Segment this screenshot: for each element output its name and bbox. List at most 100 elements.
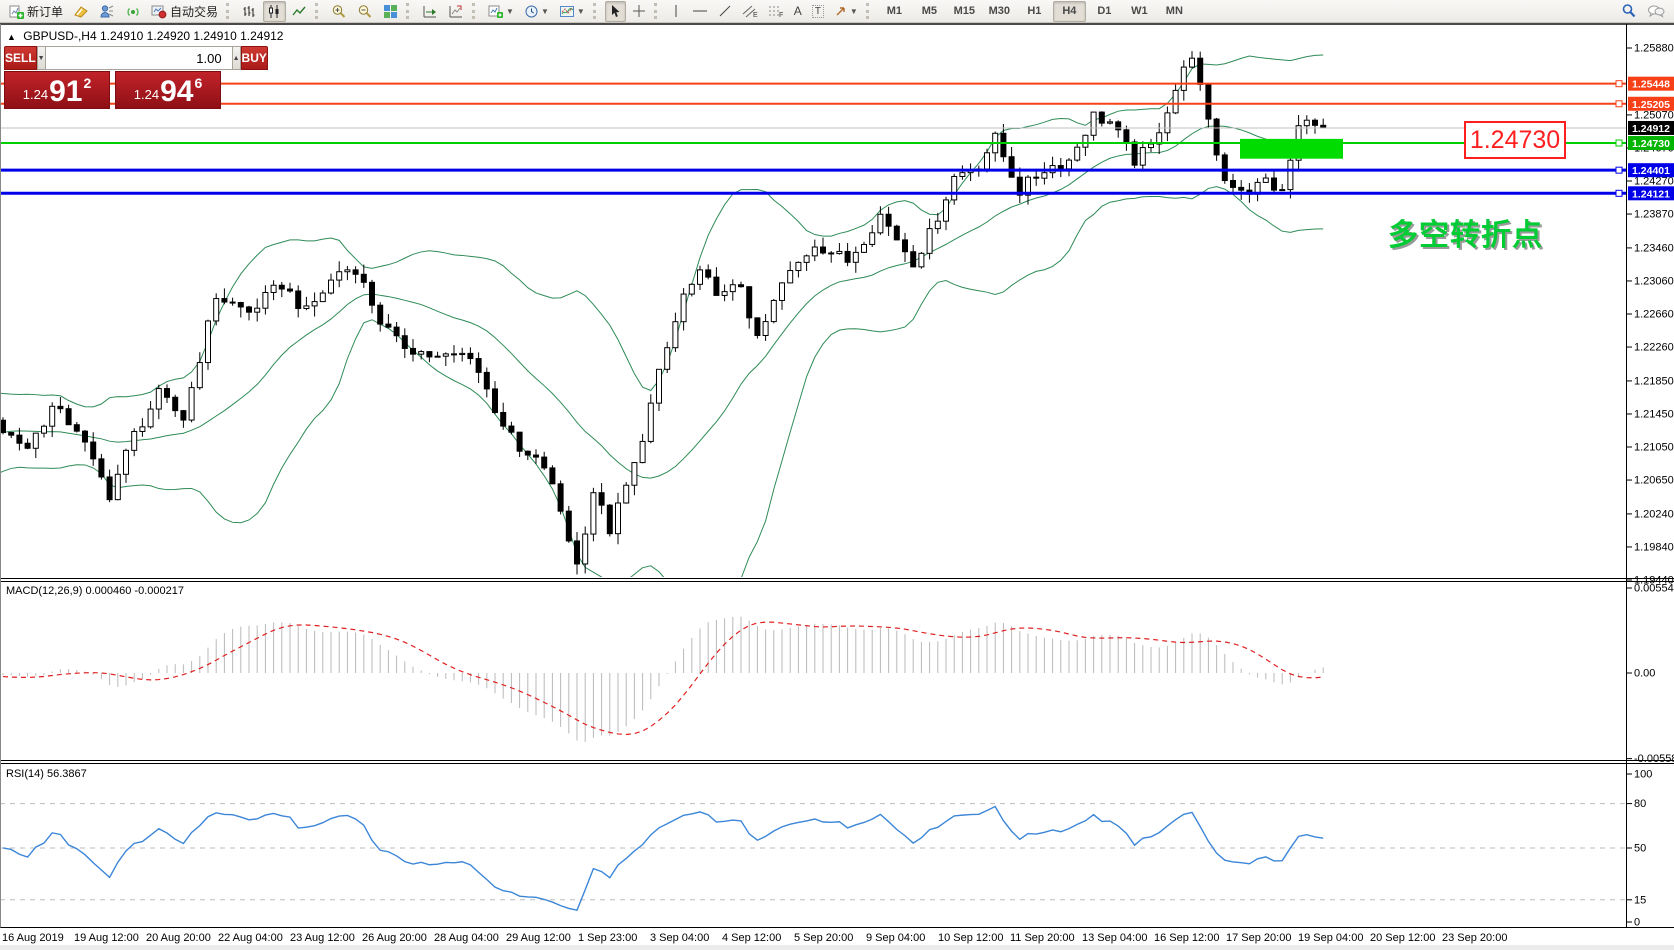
svg-text:1.25880: 1.25880 xyxy=(1634,43,1674,55)
zoom-in-icon xyxy=(331,4,347,19)
templates-dropdown[interactable]: ▼ xyxy=(555,1,589,22)
svg-text:1.21850: 1.21850 xyxy=(1634,375,1674,387)
timeframe-m15-button[interactable]: M15 xyxy=(948,1,981,22)
chart-shift-button[interactable] xyxy=(444,1,468,22)
text-tool-button[interactable]: A xyxy=(790,1,806,22)
zoom-out-icon xyxy=(357,4,373,19)
svg-text:23 Sep 20:00: 23 Sep 20:00 xyxy=(1442,932,1507,944)
svg-text:1.22660: 1.22660 xyxy=(1634,309,1674,321)
svg-text:1.24270: 1.24270 xyxy=(1634,176,1674,188)
svg-text:1.25205: 1.25205 xyxy=(1632,99,1670,111)
svg-text:9 Sep 04:00: 9 Sep 04:00 xyxy=(866,932,925,944)
volume-decrease-button[interactable]: ▼ xyxy=(37,46,46,70)
sell-price-button[interactable]: 1.24 91 2 xyxy=(4,71,110,109)
vertical-line-tool-button[interactable] xyxy=(666,1,686,22)
text-label-tool-button[interactable]: T xyxy=(808,1,828,22)
svg-text:1.24401: 1.24401 xyxy=(1632,165,1670,177)
trendline-tool-button[interactable] xyxy=(714,1,736,22)
timeframe-w1-button[interactable]: W1 xyxy=(1123,1,1156,22)
new-order-button[interactable]: 新订单 xyxy=(5,1,67,22)
macd-panel[interactable] xyxy=(3,617,1323,742)
bar-chart-icon xyxy=(242,4,257,19)
signals-button[interactable] xyxy=(121,1,145,22)
crosshair-tool-button[interactable] xyxy=(628,1,650,22)
svg-text:28 Aug 04:00: 28 Aug 04:00 xyxy=(434,932,499,944)
bollinger-lower-band xyxy=(0,187,1323,628)
zoom-out-button[interactable] xyxy=(353,1,377,22)
panel-collapse-icon[interactable]: ▲ xyxy=(7,32,16,42)
sell-button[interactable]: SELL xyxy=(4,46,37,70)
bar-chart-button[interactable] xyxy=(238,1,261,22)
tile-windows-icon xyxy=(383,4,398,19)
svg-text:1.22260: 1.22260 xyxy=(1634,342,1674,354)
volume-input[interactable] xyxy=(46,46,232,70)
arrow-tool-icon xyxy=(834,4,848,18)
toolbar-separator xyxy=(472,3,478,19)
chat-button[interactable] xyxy=(1643,1,1669,22)
timeframe-h1-button[interactable]: H1 xyxy=(1018,1,1051,22)
metaeditor-button[interactable] xyxy=(69,1,93,22)
timeframe-group: M1M5M15M30H1H4D1W1MN xyxy=(877,1,1192,22)
strategy-tester-button[interactable] xyxy=(95,1,119,22)
svg-text:15: 15 xyxy=(1634,894,1646,906)
fibonacci-tool-button[interactable]: F xyxy=(764,1,788,22)
price-scale[interactable]: 1.258801.250701.246701.242701.238701.234… xyxy=(1616,43,1674,929)
timeframe-m5-button[interactable]: M5 xyxy=(913,1,946,22)
autoscroll-button[interactable] xyxy=(418,1,442,22)
line-chart-button[interactable] xyxy=(288,1,311,22)
chart-symbol: GBPUSD-,H4 xyxy=(23,29,96,43)
svg-text:1 Sep 23:00: 1 Sep 23:00 xyxy=(578,932,637,944)
sell-price-sup: 2 xyxy=(83,75,91,91)
svg-text:E: E xyxy=(753,12,758,18)
svg-text:19 Aug 12:00: 19 Aug 12:00 xyxy=(74,932,139,944)
autotrading-button[interactable]: 自动交易 xyxy=(147,1,222,22)
main-chart-area[interactable] xyxy=(0,51,1626,627)
buy-button[interactable]: BUY xyxy=(241,46,268,70)
trade-panel-prices: 1.24 91 2 1.24 94 6 xyxy=(4,71,221,109)
svg-text:16 Aug 2019: 16 Aug 2019 xyxy=(2,932,64,944)
svg-text:1.25448: 1.25448 xyxy=(1632,79,1670,91)
svg-text:50: 50 xyxy=(1634,843,1646,855)
svg-text:1.20650: 1.20650 xyxy=(1634,475,1674,487)
svg-text:1.24912: 1.24912 xyxy=(1632,123,1670,135)
chart-canvas[interactable]: 1.258801.250701.246701.242701.238701.234… xyxy=(0,0,1674,950)
search-icon xyxy=(1621,3,1637,19)
channel-icon: E xyxy=(742,4,758,18)
svg-text:80: 80 xyxy=(1634,798,1646,810)
candlestick-chart-button[interactable] xyxy=(263,1,286,22)
tile-windows-button[interactable] xyxy=(379,1,402,22)
line-chart-icon xyxy=(292,4,307,19)
timeframe-m30-button[interactable]: M30 xyxy=(983,1,1016,22)
toolbar-separator xyxy=(654,3,660,19)
svg-text:4 Sep 12:00: 4 Sep 12:00 xyxy=(722,932,781,944)
buy-price-small: 1.24 xyxy=(134,87,159,102)
search-button[interactable] xyxy=(1617,1,1641,22)
macd-signal-line xyxy=(3,622,1323,734)
svg-text:3 Sep 04:00: 3 Sep 04:00 xyxy=(650,932,709,944)
cursor-tool-button[interactable] xyxy=(605,1,626,22)
highlight-rectangle[interactable] xyxy=(1240,139,1343,159)
svg-text:1.24730: 1.24730 xyxy=(1632,138,1670,150)
svg-text:20 Sep 12:00: 20 Sep 12:00 xyxy=(1370,932,1435,944)
price-annotation-box[interactable]: 1.24730 xyxy=(1464,121,1566,159)
timeframe-mn-button[interactable]: MN xyxy=(1158,1,1191,22)
arrows-tool-dropdown[interactable]: ▼ xyxy=(830,1,862,22)
turning-point-annotation[interactable]: 多空转折点 xyxy=(1388,210,1543,254)
volume-increase-button[interactable]: ▲ xyxy=(232,46,241,70)
svg-text:1.25070: 1.25070 xyxy=(1634,109,1674,121)
timeframe-d1-button[interactable]: D1 xyxy=(1088,1,1121,22)
toolbar-separator xyxy=(406,3,412,19)
buy-price-button[interactable]: 1.24 94 6 xyxy=(115,71,221,109)
svg-text:20 Aug 20:00: 20 Aug 20:00 xyxy=(146,932,211,944)
svg-text:23 Aug 12:00: 23 Aug 12:00 xyxy=(290,932,355,944)
time-scale[interactable]: 16 Aug 201919 Aug 12:0020 Aug 20:0022 Au… xyxy=(2,932,1507,944)
rsi-panel[interactable] xyxy=(0,804,1626,911)
indicators-dropdown[interactable]: ▼ xyxy=(484,1,518,22)
periods-dropdown[interactable]: ▼ xyxy=(520,1,553,22)
svg-text:5 Sep 20:00: 5 Sep 20:00 xyxy=(794,932,853,944)
zoom-in-button[interactable] xyxy=(327,1,351,22)
equidistant-channel-tool-button[interactable]: E xyxy=(738,1,762,22)
timeframe-m1-button[interactable]: M1 xyxy=(878,1,911,22)
horizontal-line-tool-button[interactable] xyxy=(688,1,712,22)
timeframe-h4-button[interactable]: H4 xyxy=(1053,1,1086,22)
